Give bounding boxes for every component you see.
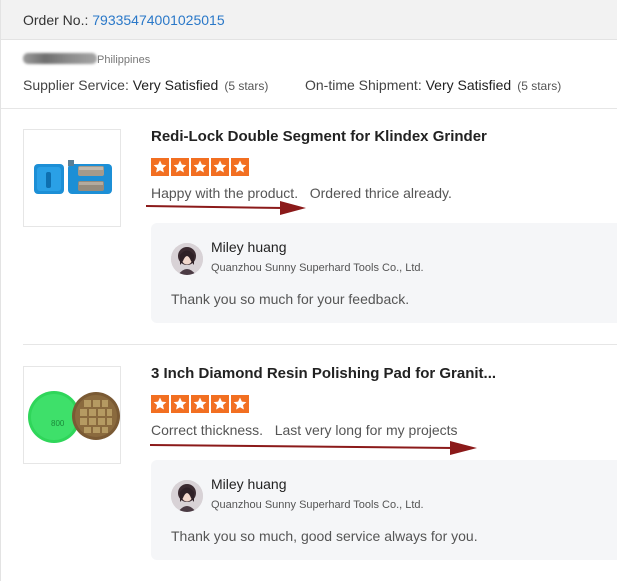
red-arrow-annotation (145, 201, 306, 215)
order-number-link[interactable]: 79335474001025015 (92, 12, 224, 28)
pad-grit-label: 800 (51, 419, 65, 428)
product-title-link[interactable]: 3 Inch Diamond Resin Polishing Pad for G… (151, 365, 496, 382)
star-icon (171, 158, 189, 176)
replier-company: Quanzhou Sunny Superhard Tools Co., Ltd. (211, 499, 424, 511)
product-title-link[interactable]: Redi-Lock Double Segment for Klindex Gri… (151, 128, 487, 145)
product-thumbnail[interactable] (23, 129, 121, 227)
star-icon (231, 395, 249, 413)
order-header: Order No.: 79335474001025015 (1, 0, 617, 40)
blue-grinding-segment-image (34, 160, 112, 194)
star-icon (191, 158, 209, 176)
review-divider (23, 344, 617, 345)
replier-name: Miley huang (211, 239, 287, 255)
reply-text: Thank you so much for your feedback. (171, 291, 410, 307)
star-icon (211, 158, 229, 176)
buyer-location-row: Philippines (23, 53, 150, 66)
avatar-photo-icon (171, 243, 203, 275)
replier-company: Quanzhou Sunny Superhard Tools Co., Ltd. (211, 262, 424, 274)
red-arrow-annotation (149, 441, 477, 455)
order-number-row: Order No.: 79335474001025015 (23, 12, 225, 28)
supplier-service-label: Supplier Service: (23, 77, 133, 93)
star-icon (211, 395, 229, 413)
replier-name: Miley huang (211, 476, 287, 492)
ratings-row: Supplier Service: Very Satisfied (5 stars… (23, 77, 561, 93)
shipment-label: On-time Shipment: (305, 77, 426, 93)
star-icon (151, 158, 169, 176)
supplier-service-value: Very Satisfied (132, 77, 219, 93)
avatar-photo-icon (171, 480, 203, 512)
shipment-value: Very Satisfied (425, 77, 512, 93)
order-label: Order No.: (23, 12, 93, 28)
redacted-buyer-name (23, 53, 97, 64)
feedback-panel: Order No.: 79335474001025015 Philippines… (0, 0, 617, 581)
supplier-reply: Miley huang Quanzhou Sunny Superhard Too… (151, 460, 617, 560)
green-polishing-pad-image: 800 (28, 391, 120, 443)
star-icon (151, 395, 169, 413)
review-text: Correct thickness. Last very long for my… (151, 422, 458, 438)
supplier-service-stars-note: (5 stars) (224, 79, 269, 93)
supplier-reply: Miley huang Quanzhou Sunny Superhard Too… (151, 223, 617, 323)
shipment-rating-group: On-time Shipment: Very Satisfied (5 stars… (305, 77, 561, 93)
avatar (171, 480, 203, 512)
header-divider (1, 108, 617, 109)
star-icon (171, 395, 189, 413)
star-icon (191, 395, 209, 413)
review-star-rating (151, 158, 249, 176)
star-icon (231, 158, 249, 176)
avatar (171, 243, 203, 275)
buyer-location: Philippines (97, 54, 151, 66)
shipment-stars-note: (5 stars) (517, 79, 562, 93)
review-star-rating (151, 395, 249, 413)
reply-text: Thank you so much, good service always f… (171, 528, 478, 544)
product-thumbnail[interactable]: 800 (23, 366, 121, 464)
